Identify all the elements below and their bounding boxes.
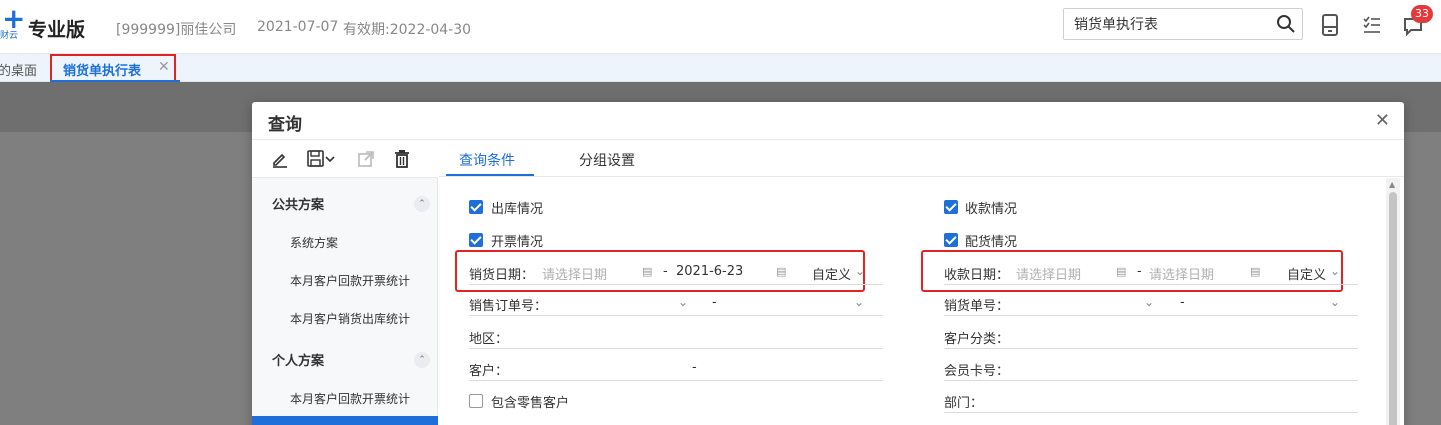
sales-order-label: 销售订单号： <box>469 299 548 314</box>
department-label: 部门： <box>944 396 984 411</box>
customer-category-input-underline[interactable] <box>944 348 1358 349</box>
save-icon[interactable] <box>306 149 326 169</box>
dialog-close-icon[interactable]: ✕ <box>1375 110 1390 131</box>
receipt-date-to-input[interactable]: 请选择日期 <box>1149 264 1214 283</box>
receipt-date-label: 收款日期： <box>944 268 1010 283</box>
customer-input-underline[interactable] <box>469 380 883 381</box>
region-input-underline[interactable] <box>469 348 883 349</box>
tab-query-conditions[interactable]: 查询条件 <box>459 150 515 170</box>
checkbox-label: 配货情况 <box>965 235 1018 250</box>
chevron-down-icon[interactable]: ⌄ <box>855 264 865 278</box>
edit-icon[interactable] <box>270 149 290 169</box>
tab-active-indicator <box>446 174 534 176</box>
export-icon[interactable] <box>356 149 376 169</box>
scheme-toolbar <box>252 140 438 178</box>
tab-bar: 的桌面 销货单执行表 ✕ <box>0 54 1441 82</box>
checkbox-label: 开票情况 <box>491 235 544 250</box>
field-underline <box>469 315 883 316</box>
checkbox-receipt[interactable] <box>944 200 958 214</box>
top-header: + 财云 专业版 [999999]丽佳公司 2021-07-07 有效期:202… <box>0 0 1441 54</box>
receipt-date-from-input[interactable]: 请选择日期 <box>1016 264 1081 283</box>
notification-badge: 33 <box>1411 5 1433 23</box>
logo-subtext: 财云 <box>0 31 19 41</box>
checkbox-label: 出库情况 <box>491 202 544 217</box>
save-dropdown-chevron-icon[interactable] <box>324 149 336 169</box>
scheme-item[interactable]: 本月客户回款开票统计 <box>290 272 410 289</box>
scheme-item[interactable]: 本月客户回款开票统计 <box>290 390 410 407</box>
receipt-date-range-select[interactable]: 自定义 <box>1287 264 1326 283</box>
checkbox-label: 包含零售客户 <box>491 396 570 411</box>
query-tabs: 查询条件 分组设置 <box>439 140 1404 177</box>
sales-date-to-input[interactable]: 2021-6-23 <box>676 264 743 279</box>
scrollbar[interactable]: ▲ <box>1386 178 1400 425</box>
scheme-item[interactable]: 系统方案 <box>290 234 338 251</box>
date-dash: - <box>663 264 668 279</box>
scheme-item-selected[interactable] <box>252 416 438 425</box>
checkbox-include-retail[interactable] <box>469 394 483 408</box>
tab-label: 销货单执行表 <box>63 64 142 79</box>
tab-group-settings[interactable]: 分组设置 <box>579 150 635 170</box>
collapse-chevron-icon[interactable]: ⌃ <box>414 196 430 212</box>
sales-date-range-select[interactable]: 自定义 <box>812 264 851 283</box>
department-input-underline[interactable] <box>944 412 1358 413</box>
collapse-chevron-icon[interactable]: ⌃ <box>414 352 430 368</box>
app-logo: + 财云 <box>0 5 26 42</box>
chevron-down-icon[interactable]: ⌄ <box>1144 295 1154 309</box>
checkbox-invoicing[interactable] <box>469 233 483 247</box>
customer-label: 客户： <box>469 364 509 379</box>
checkbox-label: 收款情况 <box>965 202 1018 217</box>
date-dash: - <box>1137 264 1142 279</box>
brand-title: 专业版 <box>28 19 86 41</box>
validity-date: 有效期:2022-04-30 <box>343 22 472 38</box>
tab-sales-execution[interactable]: 销货单执行表 ✕ <box>50 54 176 82</box>
company-name: [999999]丽佳公司 <box>116 22 237 38</box>
customer-category-label: 客户分类： <box>944 332 1010 347</box>
region-label: 地区： <box>469 332 509 347</box>
personal-scheme-section[interactable]: 个人方案 <box>272 350 324 369</box>
checkbox-allocation[interactable] <box>944 233 958 247</box>
checklist-icon[interactable] <box>1362 14 1382 36</box>
query-dialog: 查询 ✕ 公共方案 ⌃ 系统方案 本月客户回款开票统计 本月客户销货出库统计 个… <box>252 102 1404 425</box>
sales-date-from-input[interactable]: 请选择日期 <box>542 264 607 283</box>
calculator-icon[interactable] <box>1320 14 1340 36</box>
range-separator: - <box>692 360 697 375</box>
sales-date-label: 销货日期： <box>469 268 535 283</box>
field-underline <box>469 284 883 285</box>
tab-desktop[interactable]: 的桌面 <box>0 60 37 79</box>
field-underline <box>944 284 1358 285</box>
scheme-item[interactable]: 本月客户销货出库统计 <box>290 310 410 327</box>
scheme-panel: 公共方案 ⌃ 系统方案 本月客户回款开票统计 本月客户销货出库统计 个人方案 ⌃… <box>252 140 438 425</box>
search-input[interactable] <box>1074 15 1274 33</box>
member-card-label: 会员卡号： <box>944 364 1010 379</box>
range-separator: - <box>1180 295 1185 310</box>
scroll-up-icon[interactable]: ▲ <box>1389 180 1395 189</box>
search-box[interactable] <box>1063 8 1303 40</box>
public-scheme-section[interactable]: 公共方案 <box>272 194 324 213</box>
search-icon[interactable] <box>1276 14 1296 34</box>
scrollbar-thumb[interactable] <box>1389 192 1397 425</box>
sales-no-label: 销货单号： <box>944 299 1010 314</box>
delete-icon[interactable] <box>392 149 412 169</box>
range-separator: - <box>712 295 717 310</box>
calendar-icon[interactable]: ▤ <box>1250 265 1260 278</box>
member-card-input-underline[interactable] <box>944 380 1358 381</box>
checkbox-outbound[interactable] <box>469 200 483 214</box>
dialog-title: 查询 <box>268 115 302 135</box>
calendar-icon[interactable]: ▤ <box>1116 265 1126 278</box>
field-underline <box>944 315 1358 316</box>
current-date: 2021-07-07 <box>257 19 339 35</box>
tab-close-icon[interactable]: ✕ <box>158 59 170 75</box>
chevron-down-icon[interactable]: ⌄ <box>1330 295 1340 309</box>
chevron-down-icon[interactable]: ⌄ <box>678 295 688 309</box>
chevron-down-icon[interactable]: ⌄ <box>854 295 864 309</box>
chevron-down-icon[interactable]: ⌄ <box>1330 264 1340 278</box>
calendar-icon[interactable]: ▤ <box>776 265 786 278</box>
calendar-icon[interactable]: ▤ <box>642 265 652 278</box>
